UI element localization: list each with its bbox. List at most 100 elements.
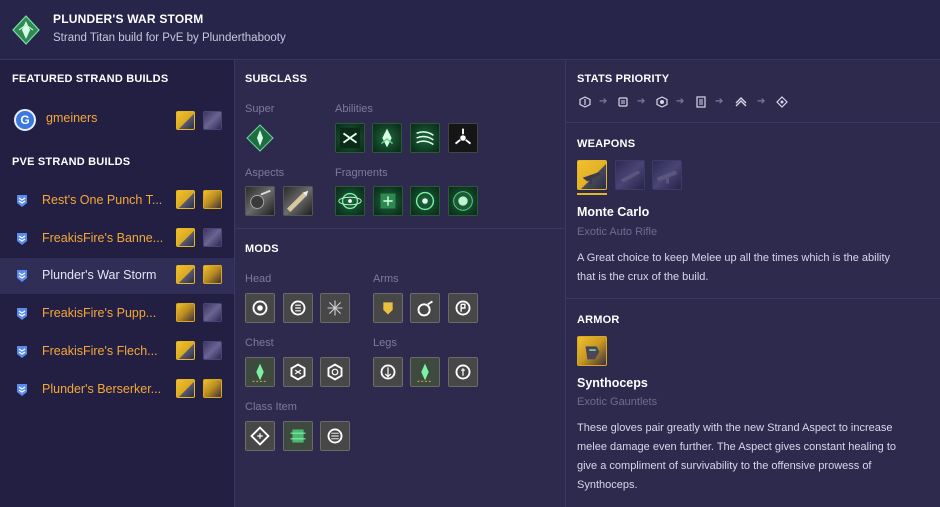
aspect-icon[interactable] xyxy=(283,186,313,216)
build-name: FreakisFire's Banne... xyxy=(42,231,164,245)
build-item-berserker[interactable]: Plunder's Berserker... xyxy=(0,372,234,408)
head-label: Head xyxy=(245,273,272,285)
weapon-name: Monte Carlo xyxy=(577,205,650,219)
exotic-weapon-icon xyxy=(176,379,195,398)
weapons-title: WEAPONS xyxy=(577,138,636,150)
weapon-monte-carlo-icon[interactable] xyxy=(577,160,607,190)
head-mod-icon[interactable] xyxy=(320,293,350,323)
fragments-label: Fragments xyxy=(335,167,388,179)
aspect-icon[interactable] xyxy=(245,186,275,216)
head-mod-icon[interactable] xyxy=(283,293,313,323)
build-title: PLUNDER'S WAR STORM xyxy=(53,12,204,26)
weapon-slot-icon[interactable] xyxy=(652,160,682,190)
rank-chevron-icon xyxy=(17,195,27,207)
fragment-icon[interactable] xyxy=(448,186,478,216)
fragment-icon[interactable] xyxy=(373,186,403,216)
divider xyxy=(234,60,235,507)
arrow-icon: ➔ xyxy=(637,96,646,107)
arrow-icon: ➔ xyxy=(599,96,608,107)
build-name: Plunder's Berserker... xyxy=(42,382,162,396)
build-name: FreakisFire's Pupp... xyxy=(42,306,157,320)
class-item-mod-icon[interactable] xyxy=(245,421,275,451)
build-header: PLUNDER'S WAR STORM Strand Titan build f… xyxy=(0,0,940,60)
rank-chevron-icon xyxy=(17,308,27,320)
armor-synthoceps-icon[interactable] xyxy=(577,336,607,366)
aspects-label: Aspects xyxy=(245,167,285,179)
legs-mod-icon[interactable] xyxy=(373,357,403,387)
super-label: Super xyxy=(245,103,275,115)
weapon-description-line: that is the crux of the build. xyxy=(577,271,709,283)
class-item-mod-icon[interactable] xyxy=(320,421,350,451)
arrow-icon: ➔ xyxy=(757,96,766,107)
class-ability-icon[interactable] xyxy=(335,123,365,153)
divider xyxy=(566,122,940,123)
exotic-armor-icon xyxy=(203,341,222,360)
featured-build-gmeiners[interactable]: G gmeiners xyxy=(0,103,234,137)
exotic-weapon-icon xyxy=(176,341,195,360)
exotic-weapon-icon xyxy=(176,228,195,247)
rank-chevron-icon xyxy=(17,384,27,396)
intellect-stat-icon xyxy=(776,96,788,108)
rank-chevron-icon xyxy=(17,233,27,245)
rank-chevron-icon xyxy=(17,346,27,358)
chest-mod-icon[interactable] xyxy=(245,357,275,387)
featured-builds-title: FEATURED STRAND BUILDS xyxy=(12,73,169,85)
build-name: Rest's One Punch T... xyxy=(42,193,163,207)
build-item-puppeteer[interactable]: FreakisFire's Pupp... xyxy=(0,296,234,332)
exotic-weapon-icon xyxy=(176,303,195,322)
armor-description-line: Synthoceps. xyxy=(577,479,638,491)
exotic-weapon-icon xyxy=(176,265,195,284)
chest-mod-icon[interactable] xyxy=(283,357,313,387)
g-avatar-icon: G xyxy=(14,109,36,131)
exotic-armor-icon xyxy=(203,111,222,130)
arrow-icon: ➔ xyxy=(676,96,685,107)
head-mod-icon[interactable] xyxy=(245,293,275,323)
resilience-stat-icon xyxy=(579,96,591,108)
build-name: Plunder's War Storm xyxy=(42,268,157,282)
arms-mod-icon[interactable] xyxy=(410,293,440,323)
armor-description-line: melee damage even further. The Aspect gi… xyxy=(577,441,896,453)
strand-emblem-icon xyxy=(12,15,40,45)
strength-stat-icon xyxy=(618,97,628,107)
armor-description-line: These gloves pair greatly with the new S… xyxy=(577,422,893,434)
arms-mod-icon[interactable] xyxy=(373,293,403,323)
armor-description-line: give a compliment of survivability to th… xyxy=(577,460,872,472)
jump-ability-icon[interactable] xyxy=(372,123,402,153)
stats-priority-title: STATS PRIORITY xyxy=(577,73,670,85)
featured-build-name: gmeiners xyxy=(46,111,98,125)
melee-ability-icon[interactable] xyxy=(410,123,440,153)
build-item-war-storm[interactable]: Plunder's War Storm xyxy=(0,258,234,294)
legs-mod-icon[interactable] xyxy=(410,357,440,387)
grenade-ability-icon[interactable] xyxy=(448,123,478,153)
chest-label: Chest xyxy=(245,337,274,349)
divider xyxy=(566,298,940,299)
fragment-icon[interactable] xyxy=(410,186,440,216)
subclass-title: SUBCLASS xyxy=(245,73,308,85)
build-item-rest[interactable]: Rest's One Punch T... xyxy=(0,183,234,219)
exotic-armor-icon xyxy=(203,190,222,209)
build-item-banner[interactable]: FreakisFire's Banne... xyxy=(0,221,234,257)
super-icon[interactable] xyxy=(245,123,275,153)
legs-mod-icon[interactable] xyxy=(448,357,478,387)
weapon-type: Exotic Auto Rifle xyxy=(577,226,658,238)
build-item-flechette[interactable]: FreakisFire's Flech... xyxy=(0,334,234,370)
mods-title: MODS xyxy=(245,243,279,255)
build-subtitle: Strand Titan build for PvE by Plundertha… xyxy=(53,32,286,44)
fragment-icon[interactable] xyxy=(335,186,365,216)
build-name: FreakisFire's Flech... xyxy=(42,344,158,358)
weapon-slot-icon[interactable] xyxy=(615,160,645,190)
armor-name: Synthoceps xyxy=(577,376,648,390)
selected-indicator xyxy=(577,193,607,195)
pve-builds-title: PVE STRAND BUILDS xyxy=(12,156,131,168)
arms-mod-icon[interactable] xyxy=(448,293,478,323)
legs-label: Legs xyxy=(373,337,397,349)
divider xyxy=(565,60,566,507)
weapon-description-line: A Great choice to keep Melee up all the … xyxy=(577,252,891,264)
class-item-mod-icon[interactable] xyxy=(283,421,313,451)
recovery-stat-icon xyxy=(656,96,668,108)
exotic-weapon-icon xyxy=(176,190,195,209)
class-item-label: Class Item xyxy=(245,401,297,413)
discipline-stat-icon xyxy=(696,96,706,108)
mobility-stat-icon xyxy=(735,97,747,107)
chest-mod-icon[interactable] xyxy=(320,357,350,387)
